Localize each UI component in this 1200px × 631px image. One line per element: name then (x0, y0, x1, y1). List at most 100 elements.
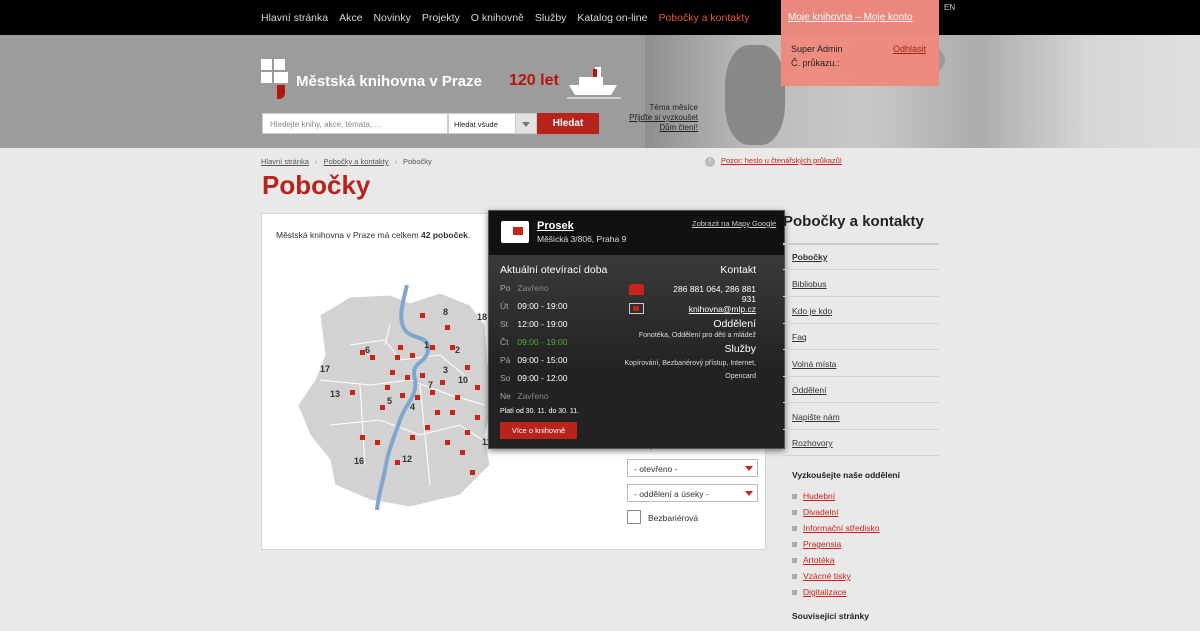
language-switch[interactable]: EN (944, 3, 955, 12)
email-icon (629, 303, 644, 314)
dept-link-rare-prints[interactable]: Vzácné tisky (792, 571, 851, 581)
district-label: 16 (354, 456, 364, 466)
page-title: Pobočky (262, 170, 371, 200)
search-button[interactable]: Hledat (537, 113, 599, 134)
hours-row: St 12:00 - 19:00 (500, 319, 568, 329)
prague-branches-map[interactable]: 8 18 6 1 2 17 3 7 10 13 5 4 11 16 12 (290, 285, 500, 510)
anniversary-label: 120 let (509, 72, 559, 89)
sidebar-item-faq[interactable]: Faq (792, 332, 807, 342)
intro-suffix: . (467, 230, 471, 240)
district-label: 6 (365, 345, 370, 355)
search-scope-value: Hledat všude (454, 120, 498, 129)
nav-item-catalog[interactable]: Katalog on-line (577, 12, 647, 24)
district-label: 13 (330, 389, 340, 399)
hours-row-today: Čt 09:00 - 19:00 (500, 337, 568, 347)
logout-link[interactable]: Odhlásit (893, 44, 926, 54)
sidebar-divider (783, 243, 939, 245)
nav-item-about[interactable]: O knihovně (471, 12, 524, 24)
sidebar-item-departments[interactable]: Oddělení (792, 385, 827, 395)
book-icon (501, 221, 529, 243)
dept-link-digitalization[interactable]: Digitalizace (792, 587, 846, 597)
logo-text[interactable]: Městská knihovna v Praze (296, 73, 482, 90)
popup-header: Prosek Měšická 3/806, Praha 9 Zobrazit n… (489, 211, 784, 255)
chevron-down-icon[interactable] (515, 114, 536, 133)
hours-row: Ne Zavřeno (500, 391, 549, 401)
sidebar-item-branches[interactable]: Pobočky (792, 252, 827, 262)
google-maps-link[interactable]: Zobrazit na Mapy Google (692, 219, 776, 228)
hours-row: Po Zavřeno (500, 283, 549, 293)
top-navigation: Hlavní stránka Akce Novinky Projekty O k… (0, 0, 1200, 35)
boat-icon (567, 67, 621, 99)
branch-count: 42 poboček (421, 230, 468, 240)
contact-title: Kontakt (720, 264, 756, 276)
hours-row: So 09:00 - 12:00 (500, 373, 568, 383)
department-filter-select[interactable]: - oddělení a úseky - (627, 484, 758, 502)
map-city-area (297, 292, 496, 508)
more-about-library-button[interactable]: Více o knihovně (500, 422, 577, 439)
hours-validity: Platí od 30. 11. do 30. 11. (500, 408, 580, 415)
sidebar-item-bibliobus[interactable]: Bibliobus (792, 279, 827, 289)
nav-item-branches[interactable]: Pobočky a kontakty (658, 12, 749, 24)
email-link[interactable]: knihovna@mlp.cz (665, 304, 756, 314)
search-scope-select[interactable]: Hledat všude (448, 113, 537, 134)
sidebar-item-write-us[interactable]: Napište nám (792, 412, 840, 422)
sidebar-item-vacancies[interactable]: Volná místa (792, 359, 836, 369)
account-dropdown: Moje knihovna – Moje konto Super Admin Č… (781, 0, 939, 86)
district-label: 10 (458, 375, 468, 385)
phone-numbers: 286 881 064, 286 881 931 (673, 284, 756, 304)
sidebar-subtitle: Vyzkoušejte naše oddělení (792, 470, 900, 480)
dept-link-info-center[interactable]: Informační středisko (792, 523, 880, 533)
opening-hours-title: Aktuální otevírací doba (500, 264, 608, 276)
district-label: 7 (428, 380, 433, 390)
services-text: Kopírování, Bezbariérový přístup, Intern… (624, 360, 756, 380)
district-label: 1 (424, 340, 429, 350)
district-label: 4 (410, 402, 415, 412)
barrier-free-label[interactable]: Bezbariérová (648, 513, 698, 523)
dept-link-theatre[interactable]: Divadelní (792, 507, 838, 517)
breadcrumb-current: Pobočky (402, 157, 432, 166)
info-icon: ! (705, 157, 715, 167)
breadcrumb-branches-contacts[interactable]: Pobočky a kontakty (323, 157, 388, 166)
breadcrumb-separator-icon: › (314, 157, 318, 166)
branch-name-link[interactable]: Prosek (537, 220, 574, 232)
sidebar-title: Pobočky a kontakty (783, 213, 924, 230)
breadcrumb-home[interactable]: Hlavní stránka (261, 157, 309, 166)
breadcrumb-separator-icon: › (394, 157, 397, 166)
departments-text: Fonotéka, Oddělení pro děti a mládež (638, 332, 756, 339)
services-title: Služby (724, 343, 756, 355)
barrier-free-checkbox[interactable] (627, 510, 641, 524)
district-label: 2 (455, 345, 460, 355)
password-warning-text[interactable]: Pozor: heslo u čtenářských průkazů! (721, 156, 842, 165)
search-input[interactable]: Hledejte knihy, akce, témata, ... (262, 113, 448, 134)
my-account-link[interactable]: Moje knihovna – Moje konto (788, 12, 913, 23)
sidebar-item-interviews[interactable]: Rozhovory (792, 438, 833, 448)
branch-popup: Prosek Měšická 3/806, Praha 9 Zobrazit n… (488, 210, 785, 449)
district-label: 12 (402, 454, 412, 464)
department-filter-value: - oddělení a úseky - (634, 489, 709, 499)
phone-icon (629, 284, 644, 295)
branch-address: Měšická 3/806, Praha 9 (537, 234, 627, 244)
branches-intro: Městská knihovna v Praze má celkem 42 po… (262, 214, 488, 256)
open-filter-select[interactable]: - otevřeno - (627, 459, 758, 477)
hours-row: Pá 09:00 - 15:00 (500, 355, 568, 365)
theme-link-try[interactable]: Přijďte si vyzkoušet (600, 113, 698, 123)
nav-item-services[interactable]: Služby (535, 12, 567, 24)
district-label: 5 (387, 396, 392, 406)
nav-item-events[interactable]: Akce (339, 12, 362, 24)
district-label: 8 (443, 307, 448, 317)
open-filter-value: - otevřeno - (634, 464, 678, 474)
nav-item-home[interactable]: Hlavní stránka (261, 12, 328, 24)
nav-item-news[interactable]: Novinky (373, 12, 410, 24)
card-number-label: Č. průkazu.: (791, 58, 840, 68)
dept-link-artotheque[interactable]: Artotéka (792, 555, 835, 565)
dept-link-pragensia[interactable]: Pragensia (792, 539, 841, 549)
password-warning[interactable]: ! Pozor: heslo u čtenářských průkazů! (705, 156, 842, 167)
nav-item-projects[interactable]: Projekty (422, 12, 460, 24)
hours-row: Út 09:00 - 19:00 (500, 301, 568, 311)
sidebar-item-who-is-who[interactable]: Kdo je kdo (792, 306, 832, 316)
theme-of-month: Téma měsíce Přijďte si vyzkoušet Dům čte… (600, 103, 698, 133)
user-name: Super Admin (791, 44, 843, 54)
intro-prefix: Městská knihovna v Praze má celkem (276, 230, 422, 240)
dept-link-music[interactable]: Hudební (792, 491, 835, 501)
theme-link-reading-house[interactable]: Dům čtení! (600, 123, 698, 133)
